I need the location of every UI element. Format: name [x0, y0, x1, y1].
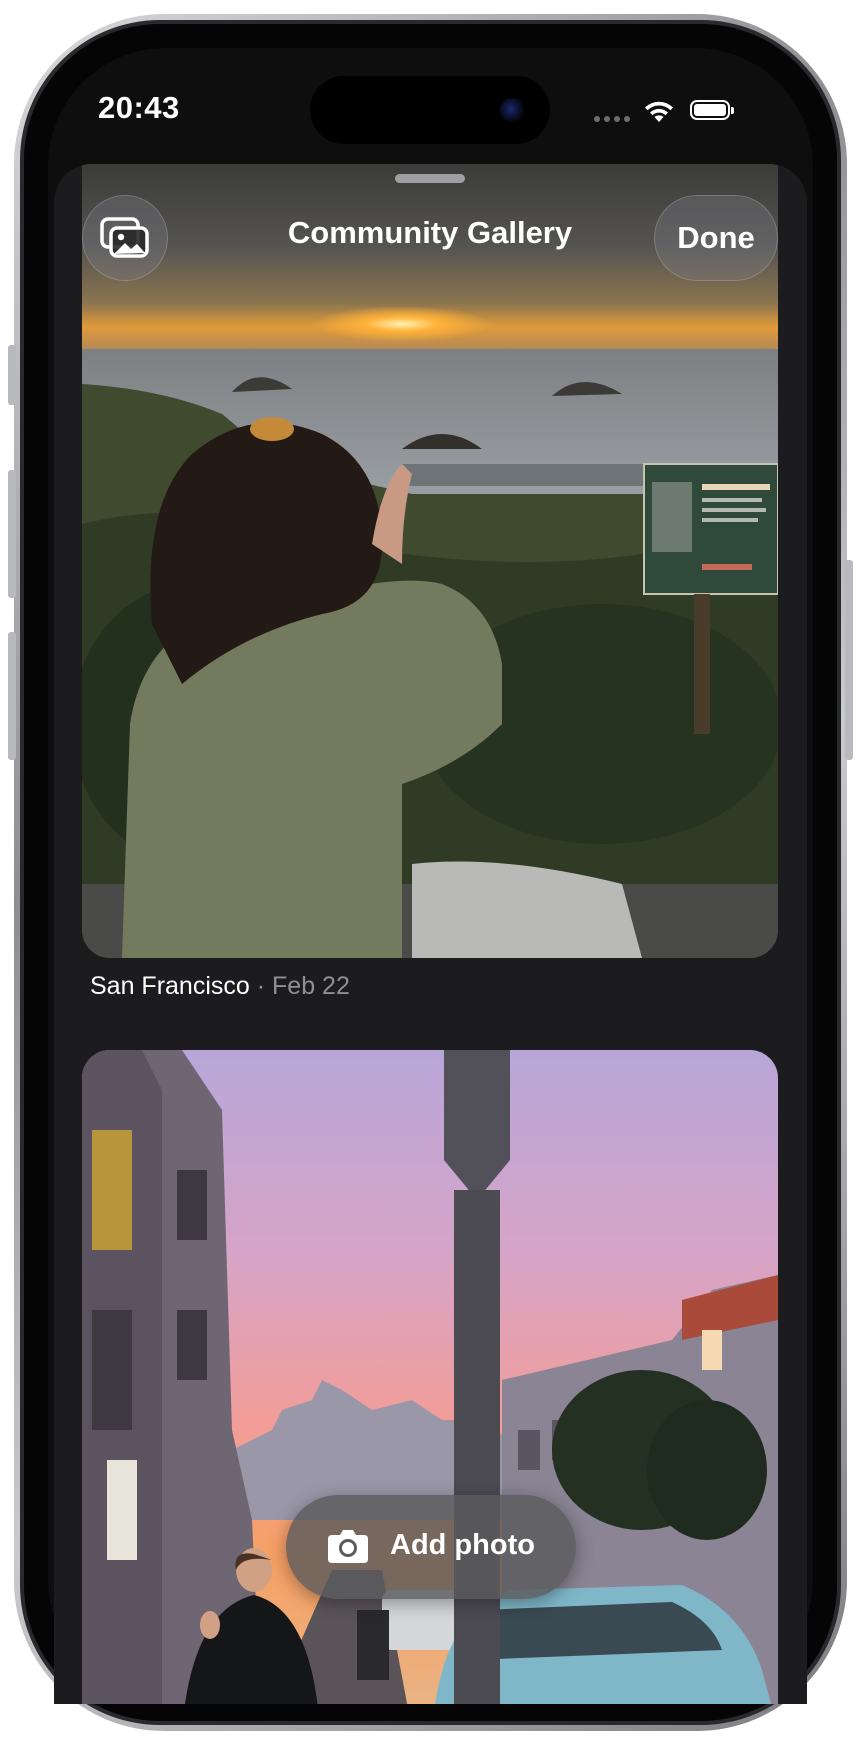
volume-up-button [8, 470, 16, 598]
sheet-grabber[interactable] [395, 174, 465, 183]
gallery-button[interactable] [82, 195, 168, 281]
dynamic-island [310, 76, 550, 144]
done-button[interactable]: Done [654, 195, 778, 281]
add-photo-label: Add photo [390, 1529, 535, 1561]
side-button [845, 560, 853, 760]
post-caption: San Francisco · Feb 22 [90, 972, 350, 1001]
status-icons [594, 98, 744, 124]
photo-stack-icon [100, 217, 149, 258]
caption-separator: · [256, 972, 266, 1000]
post-photo-sunset-coast[interactable] [82, 164, 778, 958]
battery-icon [690, 100, 734, 120]
camera-icon [328, 1530, 368, 1563]
post-photo-street-dusk[interactable] [82, 1050, 778, 1704]
sheet-title: Community Gallery [287, 215, 573, 250]
action-button [8, 345, 16, 405]
photo-image [82, 1050, 778, 1704]
status-time: 20:43 [98, 90, 180, 125]
gallery-sheet [54, 164, 807, 1704]
wifi-icon [645, 101, 673, 122]
post-location[interactable]: San Francisco [90, 972, 250, 1000]
volume-down-button [8, 632, 16, 760]
post-date: Feb 22 [272, 972, 350, 1000]
add-photo-button[interactable]: Add photo [286, 1495, 576, 1599]
photo-image [82, 164, 778, 958]
front-camera [500, 98, 524, 122]
